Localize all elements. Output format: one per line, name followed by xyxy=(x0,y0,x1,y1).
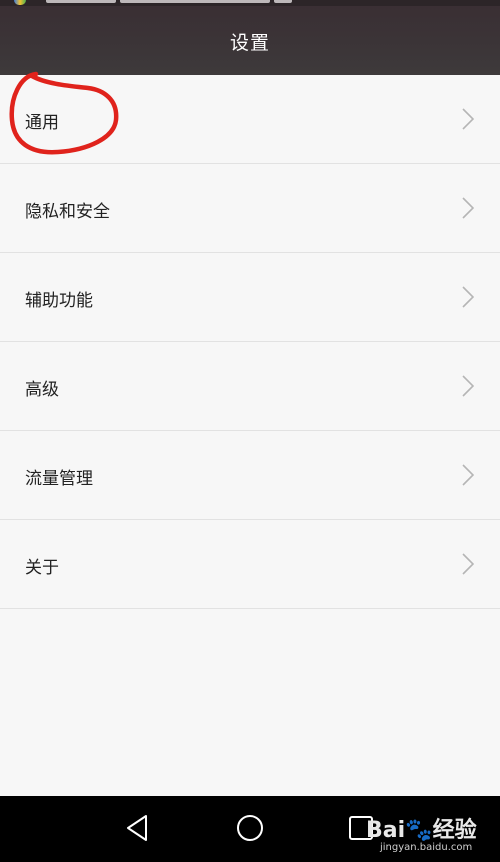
paw-logo-icon: 🐾 xyxy=(405,818,433,843)
watermark-url: jingyan.baidu.com xyxy=(380,842,473,853)
chevron-right-icon xyxy=(462,197,474,219)
watermark-brand: Bai🐾经验 xyxy=(366,818,477,843)
status-indicator xyxy=(274,0,292,3)
chevron-right-icon xyxy=(462,553,474,575)
app-notification-icon xyxy=(14,0,26,5)
app-header: 设置 xyxy=(0,0,500,75)
chevron-right-icon xyxy=(462,286,474,308)
settings-item-accessibility[interactable]: 辅助功能 xyxy=(0,253,500,342)
page-title: 设置 xyxy=(229,32,270,54)
chevron-right-icon xyxy=(462,464,474,486)
settings-item-label: 隐私和安全 xyxy=(25,202,110,222)
back-icon[interactable] xyxy=(120,810,156,846)
baidu-jingyan-watermark: Bai🐾经验 jingyan.baidu.com xyxy=(366,806,494,858)
settings-item-label: 通用 xyxy=(25,113,59,133)
settings-item-data-management[interactable]: 流量管理 xyxy=(0,431,500,520)
chevron-right-icon xyxy=(462,375,474,397)
settings-item-about[interactable]: 关于 xyxy=(0,520,500,609)
settings-item-privacy-security[interactable]: 隐私和安全 xyxy=(0,164,500,253)
status-indicator xyxy=(120,0,270,3)
settings-item-advanced[interactable]: 高级 xyxy=(0,342,500,431)
settings-list: 通用 隐私和安全 辅助功能 高级 流量管理 关于 xyxy=(0,75,500,609)
settings-item-label: 辅助功能 xyxy=(25,291,93,311)
settings-item-label: 关于 xyxy=(25,558,59,578)
home-icon[interactable] xyxy=(232,810,268,846)
settings-item-label: 高级 xyxy=(25,380,59,400)
status-bar xyxy=(0,0,500,6)
chevron-right-icon xyxy=(462,108,474,130)
settings-screen: 设置 通用 隐私和安全 辅助功能 高级 流量管理 关于 Bai🐾经验 jingy… xyxy=(0,0,500,862)
status-indicator xyxy=(46,0,116,3)
settings-item-label: 流量管理 xyxy=(25,469,93,489)
settings-item-general[interactable]: 通用 xyxy=(0,75,500,164)
